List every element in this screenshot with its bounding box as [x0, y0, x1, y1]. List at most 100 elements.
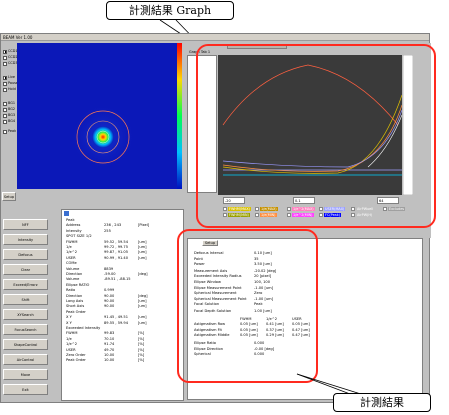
info-row: Peak Order [62, 310, 183, 315]
info-row: Peak [62, 218, 183, 223]
info-cell: 99.83 [104, 331, 115, 336]
info-cell: 99.72 , 99.75 [104, 245, 129, 249]
beam-profile-image [69, 103, 137, 171]
measurement-info-panel: Peak Address 236 , 243 [Pixel] Intensity 255 S… [61, 209, 184, 401]
intensity-button[interactable]: Intensity [3, 234, 48, 245]
option-pause[interactable]: Pause [3, 81, 18, 86]
option-label: BG4 [8, 119, 16, 123]
option-checkbox[interactable] [3, 113, 7, 118]
move-button[interactable]: Move [3, 369, 48, 380]
info-cell: [%] [138, 353, 145, 357]
option-checkbox[interactable] [3, 81, 7, 86]
window-title: BEAM Ver 1.00 [1, 34, 429, 41]
beam-image-view[interactable] [17, 43, 177, 189]
exceed-errorz-button[interactable]: Exceed/Errorz [3, 279, 48, 290]
info-row: Volume -89.51 , -88.15 [62, 277, 183, 282]
option-checkbox[interactable] [3, 119, 7, 124]
info-cell: Zero Order [66, 353, 86, 357]
info-row: X Y 89.55 , 59.94 [um] [62, 321, 183, 326]
info-cell: 1/e [66, 245, 72, 249]
info-cell: [Pixel] [138, 223, 150, 228]
info-cell: Peak Order [66, 358, 86, 363]
info-cell: [%] [138, 347, 145, 352]
defocus-button[interactable]: Defocus [3, 249, 48, 260]
option-bg2[interactable]: BG2 [3, 107, 17, 112]
option-ccd2[interactable]: CCD2 [3, 55, 18, 60]
info-cell: -59.00 [104, 272, 116, 276]
info-cell: Long Axis [66, 299, 84, 303]
clear-button[interactable]: Clear [3, 264, 48, 275]
left-options-panel: CCD1 CCD2 CCD3 Live Pause Hold BG1 BG2 BG3 BG4 Pea… [2, 43, 18, 213]
intensity-colorbar [177, 43, 182, 189]
option-label: Live [8, 75, 15, 79]
info-cell: 90.00 [104, 304, 115, 309]
option-checkbox[interactable] [3, 49, 7, 54]
info-cell: COMe [66, 261, 77, 266]
info-cell: Ratio [66, 288, 76, 293]
info-cell: 10.00 [104, 358, 115, 363]
shift-button[interactable]: Shift [3, 294, 48, 305]
option-bg1[interactable]: BG1 [3, 101, 17, 106]
info-cell: FWHM [66, 331, 78, 336]
info-cell: 1/e [66, 336, 72, 341]
setup-tab-left[interactable]: Setup [2, 192, 16, 201]
info-row: Direction 90.00 [deg] [62, 294, 183, 299]
option-checkbox[interactable] [3, 75, 7, 80]
aircontrol-button[interactable]: AirControl [3, 354, 48, 365]
graph-highlight [196, 44, 436, 228]
info-pin-icon [64, 211, 69, 216]
focussearch-button[interactable]: FocusSearch [3, 324, 48, 335]
option-checkbox[interactable] [3, 101, 7, 106]
info-row: FWHM 59.52 , 59.54 [um] [62, 240, 183, 245]
exit-button[interactable]: Exit [3, 384, 48, 395]
info-cell: X Y [66, 315, 72, 320]
info-row: Volume 8839 [62, 267, 183, 272]
info-row: Long Axis 90.00 [um] [62, 299, 183, 304]
info-cell: Exceeded Intensity [66, 326, 101, 330]
option-checkbox[interactable] [3, 61, 7, 66]
option-checkbox[interactable] [3, 107, 7, 112]
info-cell: [um] [138, 320, 147, 325]
info-cell: [um] [138, 315, 147, 320]
option-peak[interactable]: Peak [3, 129, 17, 134]
info-cell: Direction [66, 293, 83, 298]
info-cell: FWHM [66, 239, 78, 244]
option-label: BG1 [8, 101, 16, 105]
option-bg4[interactable]: BG4 [3, 119, 17, 124]
info-row: Short Axis 90.00 [um] [62, 304, 183, 309]
info-cell: Peak Order [66, 309, 86, 314]
option-bg3[interactable]: BG3 [3, 113, 17, 118]
info-row: COMe [62, 261, 183, 266]
option-label: BG2 [8, 107, 16, 111]
info-cell: [%] [138, 342, 145, 347]
info-row: USER 90.99 , 91.40 [um] [62, 256, 183, 261]
option-hold[interactable]: Hold [3, 87, 17, 92]
info-cell: 255 [104, 228, 111, 233]
info-cell: [um] [138, 245, 147, 249]
shapecontrol-button[interactable]: ShapeControl [3, 339, 48, 350]
info-row: Exceeded Intensity [62, 326, 183, 331]
info-cell: Volume [66, 266, 80, 271]
option-checkbox[interactable] [3, 87, 7, 92]
info-cell: [%] [138, 336, 145, 341]
info-cell: [deg] [138, 272, 148, 276]
info-cell: 89.55 , 59.94 [104, 320, 129, 325]
xysearch-button[interactable]: XYSearch [3, 309, 48, 320]
option-live[interactable]: Live [3, 75, 17, 80]
option-label: Peak [8, 129, 17, 133]
nff-button[interactable]: NFF [3, 219, 48, 230]
graph-callout: 計測結果 Graph [106, 1, 234, 20]
info-cell: [um] [138, 239, 147, 244]
option-ccd3[interactable]: CCD3 [3, 61, 18, 66]
info-cell: -89.51 , -88.15 [104, 277, 131, 282]
info-rows: Peak Address 236 , 243 [Pixel] Intensity 255 S… [62, 218, 183, 400]
result-callout: 計測結果 [333, 393, 431, 412]
info-row: 1/e 70.10 [%] [62, 337, 183, 342]
option-checkbox[interactable] [3, 55, 7, 60]
option-checkbox[interactable] [3, 129, 7, 134]
info-row: 1/e 99.72 , 99.75 [um] [62, 245, 183, 250]
info-cell: 1/e^2 [66, 342, 78, 347]
option-label: BG3 [8, 113, 16, 117]
option-ccd1[interactable]: CCD1 [3, 49, 18, 54]
info-row: Peak Order 10.00 [%] [62, 358, 183, 363]
